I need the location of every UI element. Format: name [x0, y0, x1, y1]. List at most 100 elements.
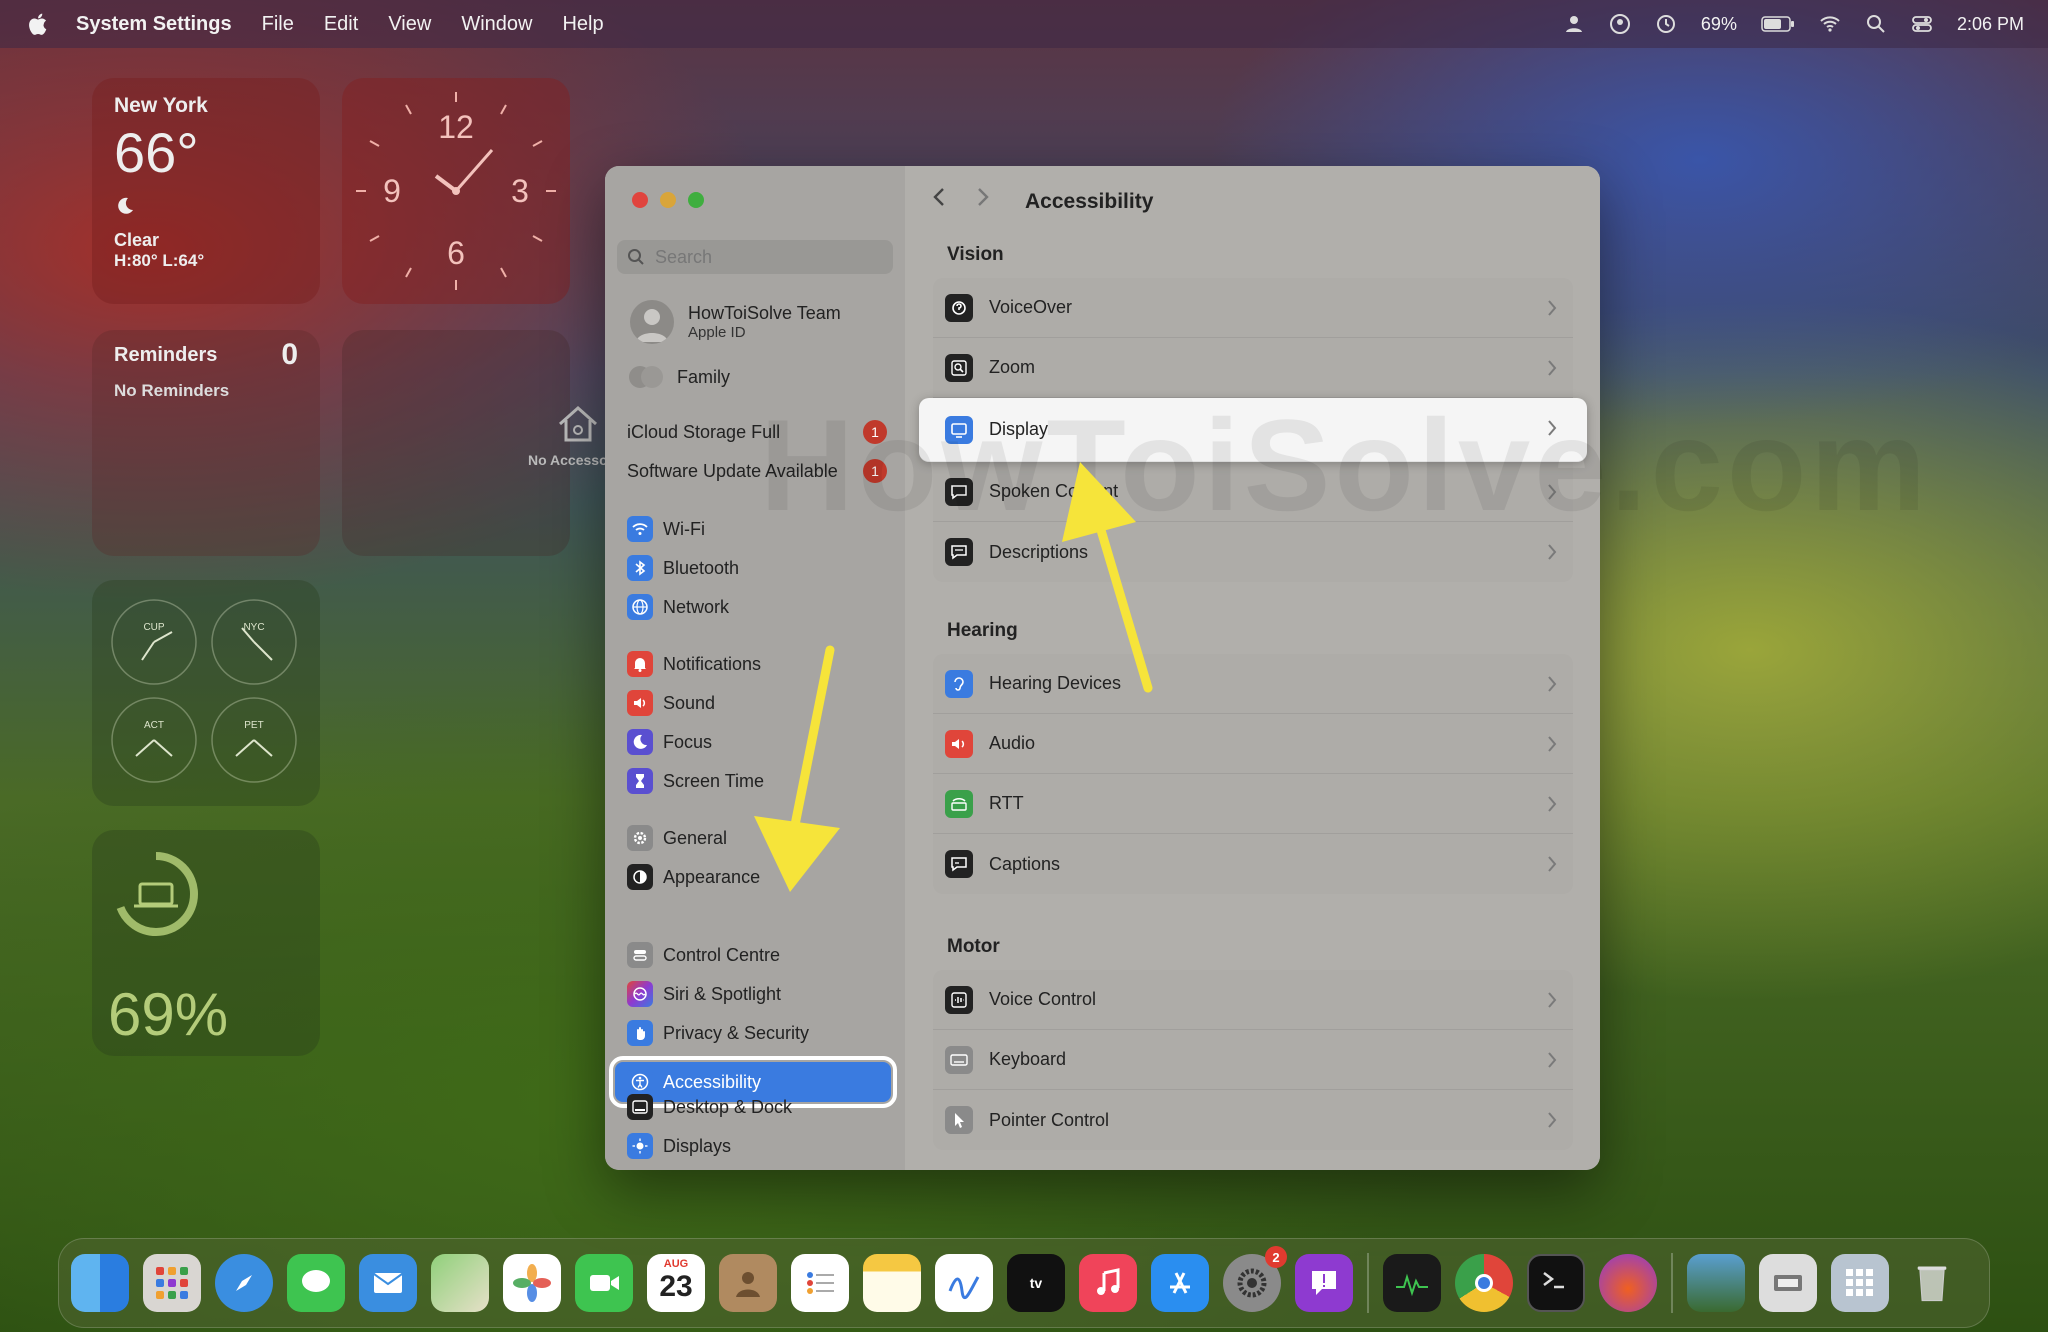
- calendar-day: 23: [659, 1270, 693, 1303]
- clock-numeral-3: 3: [511, 173, 529, 209]
- analog-clock: 12 3 6 9: [356, 92, 556, 290]
- sidebar-item-label: Control Centre: [663, 944, 781, 965]
- minimize-button[interactable]: [660, 192, 676, 208]
- preview-icon[interactable]: [1687, 1254, 1745, 1312]
- row-audio[interactable]: Audio: [933, 714, 1573, 774]
- chrome-icon[interactable]: [1455, 1254, 1513, 1312]
- launchpad-icon[interactable]: [143, 1254, 201, 1312]
- row-rtt[interactable]: RTT: [933, 774, 1573, 834]
- sidebar-item-siri-spotlight[interactable]: Siri & Spotlight: [627, 977, 897, 1011]
- notes-icon[interactable]: [863, 1254, 921, 1312]
- apple-menu-icon[interactable]: [26, 11, 52, 37]
- dock-icon: [627, 1094, 653, 1120]
- sidebar-item-family[interactable]: Family: [627, 364, 730, 390]
- chevron-right-icon: [1548, 544, 1557, 560]
- menu-app-name[interactable]: System Settings: [76, 13, 232, 36]
- menubar-clock[interactable]: 2:06 PM: [1957, 14, 2024, 35]
- reminders-icon[interactable]: [791, 1254, 849, 1312]
- sidebar-item-label: Network: [663, 596, 730, 617]
- home-widget[interactable]: No Accessories: [342, 330, 633, 556]
- sidebar-item-displays[interactable]: Displays: [627, 1129, 897, 1163]
- menu-file[interactable]: File: [262, 13, 294, 36]
- row-label: Voice Control: [989, 989, 1097, 1009]
- battery-widget[interactable]: 69%: [92, 830, 320, 1056]
- downloads-icon[interactable]: [1831, 1254, 1889, 1312]
- maps-icon[interactable]: [431, 1254, 489, 1312]
- tv-icon[interactable]: tv: [1007, 1254, 1065, 1312]
- user-icon[interactable]: [1563, 13, 1585, 35]
- dock-separator: [1671, 1253, 1673, 1313]
- sidebar-item-focus[interactable]: Focus: [627, 725, 897, 759]
- row-zoom[interactable]: Zoom: [933, 338, 1573, 398]
- feedback-icon[interactable]: [1295, 1254, 1353, 1312]
- battery-icon[interactable]: [1761, 15, 1795, 33]
- hand-icon: [627, 1020, 653, 1046]
- search-input[interactable]: [655, 246, 855, 268]
- row-pointer-control[interactable]: Pointer Control: [933, 1090, 1573, 1150]
- row-voice-control[interactable]: Voice Control: [933, 970, 1573, 1030]
- sidebar-item-network[interactable]: Network: [627, 590, 897, 624]
- menu-edit[interactable]: Edit: [324, 13, 358, 36]
- freeform-icon[interactable]: [935, 1254, 993, 1312]
- control-center-icon[interactable]: [1911, 13, 1933, 35]
- battery-ring-icon: [114, 852, 198, 936]
- world-clock-widget[interactable]: CUP NYC ACT PET: [92, 580, 320, 806]
- facetime-icon[interactable]: [575, 1254, 633, 1312]
- account-name: HowToiSolve Team: [688, 303, 841, 323]
- row-hearing-devices[interactable]: Hearing Devices: [933, 654, 1573, 714]
- sidebar-item-notifications[interactable]: Notifications: [627, 647, 897, 681]
- bell-icon: [627, 651, 653, 677]
- back-chevron-icon[interactable]: [931, 186, 947, 208]
- firefox-icon[interactable]: [1599, 1254, 1657, 1312]
- reminders-status: No Reminders: [114, 381, 230, 400]
- menu-window[interactable]: Window: [461, 13, 532, 36]
- sidebar-item-appearance[interactable]: Appearance: [627, 860, 897, 894]
- menu-help[interactable]: Help: [562, 13, 603, 36]
- trash-icon[interactable]: [1903, 1254, 1961, 1312]
- row-voiceover[interactable]: VoiceOver: [933, 278, 1573, 338]
- row-captions[interactable]: Captions: [933, 834, 1573, 894]
- calendar-icon[interactable]: AUG 23: [647, 1254, 705, 1312]
- mail-icon[interactable]: [359, 1254, 417, 1312]
- world-clock-label: PET: [244, 720, 263, 731]
- clock-numeral-9: 9: [383, 173, 401, 209]
- zoom-button[interactable]: [688, 192, 704, 208]
- music-icon[interactable]: [1079, 1254, 1137, 1312]
- sidebar-item-label: Sound: [663, 692, 716, 713]
- finder-icon[interactable]: [71, 1254, 129, 1312]
- weather-widget[interactable]: New York 66° Clear H:80° L:64°: [92, 78, 320, 304]
- menu-view[interactable]: View: [388, 13, 431, 36]
- spotlight-search-icon[interactable]: [1865, 13, 1887, 35]
- sidebar-item-label: Notifications: [663, 653, 762, 674]
- forward-chevron-icon[interactable]: [975, 186, 991, 208]
- system-settings-icon[interactable]: 2: [1223, 1246, 1287, 1312]
- sidebar-item-privacy-security[interactable]: Privacy & Security: [627, 1016, 897, 1050]
- activity-monitor-icon[interactable]: [1383, 1254, 1441, 1312]
- photos-icon[interactable]: [503, 1254, 561, 1312]
- family-label: Family: [677, 366, 730, 387]
- contacts-icon[interactable]: [719, 1254, 777, 1312]
- globe-icon: [627, 594, 653, 620]
- terminal-icon[interactable]: [1527, 1254, 1585, 1312]
- app-store-icon[interactable]: [1151, 1254, 1209, 1312]
- wifi-icon[interactable]: [1819, 13, 1841, 35]
- row-keyboard[interactable]: Keyboard: [933, 1030, 1573, 1090]
- search-field[interactable]: [617, 240, 893, 274]
- sidebar-item-control-centre[interactable]: Control Centre: [627, 938, 897, 972]
- safari-icon[interactable]: [215, 1254, 273, 1312]
- sidebar-item-desktop-dock[interactable]: Desktop & Dock: [627, 1090, 897, 1124]
- reminders-title: Reminders: [114, 344, 218, 366]
- close-button[interactable]: [632, 192, 648, 208]
- reminders-widget[interactable]: Reminders 0 No Reminders: [92, 330, 320, 556]
- account-circle-icon[interactable]: [1609, 13, 1631, 35]
- sidebar-item-screen-time[interactable]: Screen Time: [627, 764, 897, 798]
- apple-id-account[interactable]: HowToiSolve Team Apple ID: [630, 300, 841, 344]
- sidebar-item-general[interactable]: General: [627, 821, 897, 855]
- time-machine-icon[interactable]: [1655, 13, 1677, 35]
- clock-widget[interactable]: 12 3 6 9: [342, 78, 570, 304]
- sidebar-item-sound[interactable]: Sound: [627, 686, 897, 720]
- sidebar-item-bluetooth[interactable]: Bluetooth: [627, 551, 897, 585]
- messages-icon[interactable]: [287, 1254, 345, 1312]
- sidebar-item-label: Bluetooth: [663, 557, 740, 578]
- screenshot-icon[interactable]: [1759, 1254, 1817, 1312]
